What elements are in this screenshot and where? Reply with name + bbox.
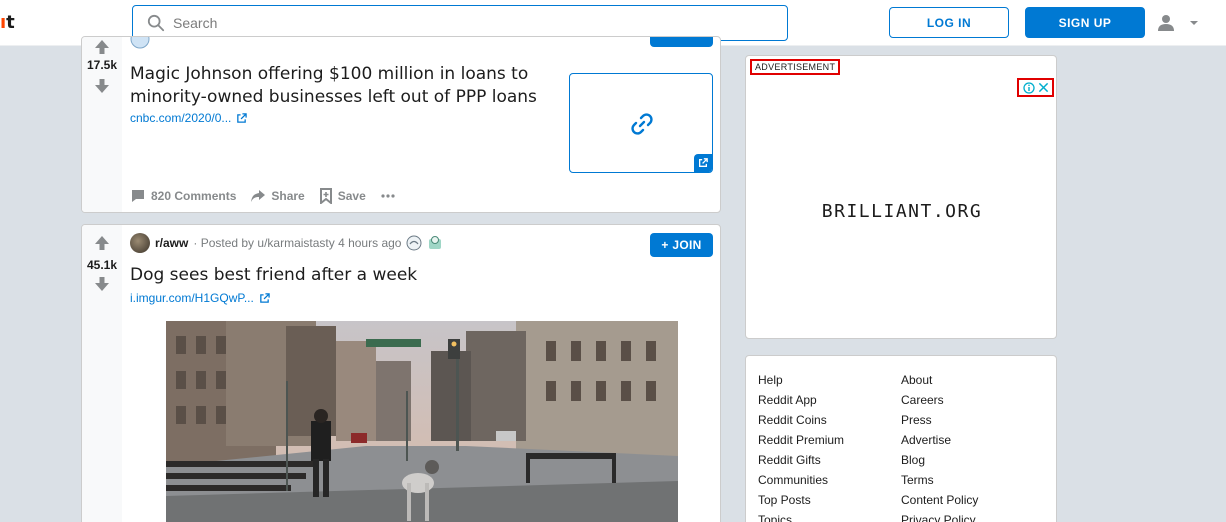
user-menu[interactable] (1156, 12, 1206, 34)
ad-brand-text[interactable]: BRILLIANT.ORG (746, 201, 1058, 222)
ad-label: ADVERTISEMENT (750, 59, 841, 75)
save-label: Save (337, 189, 366, 203)
upvote-icon[interactable] (94, 39, 110, 55)
user-icon (1158, 15, 1174, 31)
more-options-button[interactable] (380, 188, 404, 204)
ad-controls[interactable] (1017, 78, 1054, 97)
close-icon[interactable] (1038, 82, 1049, 93)
footer-link[interactable]: Communities (758, 470, 844, 490)
post-title[interactable]: Magic Johnson offering $100 million in l… (130, 63, 550, 109)
subreddit-name[interactable]: r/aww (155, 236, 188, 250)
footer-links-column: Help Reddit App Reddit Coins Reddit Prem… (758, 370, 844, 522)
login-button[interactable]: LOG IN (889, 7, 1009, 38)
footer-link[interactable]: Reddit App (758, 390, 844, 410)
chevron-down-icon (1190, 21, 1198, 25)
share-label: Share (271, 189, 305, 203)
footer-link[interactable]: Advertise (901, 430, 978, 450)
signup-button[interactable]: SIGN UP (1025, 7, 1145, 38)
vote-score: 45.1k (86, 258, 118, 272)
vote-column: 17.5k (82, 37, 122, 212)
footer-link[interactable]: About (901, 370, 978, 390)
search-input[interactable] (173, 15, 733, 31)
vote-column: 45.1k (82, 225, 122, 522)
advertisement-card[interactable]: ADVERTISEMENT BRILLIANT.ORG (745, 55, 1057, 339)
post-title[interactable]: Dog sees best friend after a week (130, 265, 417, 285)
more-options-icon (381, 194, 395, 198)
footer-link[interactable]: Careers (901, 390, 978, 410)
comments-button[interactable]: 820 Comments (130, 188, 244, 204)
footer-link[interactable]: Blog (901, 450, 978, 470)
link-text[interactable]: cnbc.com/2020/0... (130, 111, 231, 125)
upvote-icon[interactable] (94, 235, 110, 251)
footer-link[interactable]: Topics (758, 510, 844, 522)
external-link-icon (699, 158, 708, 167)
downvote-icon[interactable] (94, 276, 110, 292)
post-meta: r/aww · Posted by u/karmaistasty 4 hours… (130, 233, 443, 253)
external-link-icon (237, 112, 248, 123)
post-meta (130, 37, 150, 51)
footer-link[interactable]: Reddit Premium (758, 430, 844, 450)
info-icon[interactable] (1022, 81, 1035, 94)
bookmark-icon (319, 188, 332, 204)
post-card[interactable]: 45.1k r/aww · Posted by u/karmaistasty 4… (81, 224, 721, 522)
footer-links-card: Help Reddit App Reddit Coins Reddit Prem… (745, 355, 1057, 522)
post-link[interactable]: cnbc.com/2020/0... (130, 111, 248, 125)
footer-links-column: About Careers Press Advertise Blog Terms… (901, 370, 978, 522)
footer-link[interactable]: Press (901, 410, 978, 430)
subreddit-icon (130, 37, 150, 49)
award-icon[interactable] (427, 235, 443, 251)
footer-link[interactable]: Help (758, 370, 844, 390)
external-link-badge (694, 154, 712, 172)
search-icon (147, 14, 165, 32)
footer-link[interactable]: Content Policy (901, 490, 978, 510)
external-link-icon (260, 292, 270, 303)
footer-link[interactable]: Reddit Gifts (758, 450, 844, 470)
share-button[interactable]: Share (250, 188, 312, 204)
save-button[interactable]: Save (319, 188, 374, 204)
link-text[interactable]: i.imgur.com/H1GQwP... (130, 291, 254, 305)
post-actions: 820 Comments Share Save (130, 188, 410, 204)
comments-label: 820 Comments (151, 189, 237, 203)
join-button[interactable] (650, 37, 713, 47)
footer-link[interactable]: Terms (901, 470, 978, 490)
post-media-image[interactable] (166, 321, 678, 522)
link-thumbnail[interactable] (569, 73, 713, 173)
award-icon[interactable] (406, 235, 422, 251)
footer-link[interactable]: Privacy Policy (901, 510, 978, 522)
comment-icon (132, 190, 144, 202)
post-card[interactable]: 17.5k Magic Johnson offering $100 millio… (81, 36, 721, 213)
link-chain-icon (631, 113, 653, 135)
street-scene-image (166, 321, 678, 522)
subreddit-avatar[interactable] (130, 233, 150, 253)
posted-by: · Posted by u/karmaistasty 4 hours ago (193, 236, 402, 250)
join-button[interactable]: + JOIN (650, 233, 713, 257)
downvote-icon[interactable] (94, 78, 110, 94)
footer-link[interactable]: Reddit Coins (758, 410, 844, 430)
share-icon (251, 190, 266, 202)
vote-score: 17.5k (86, 58, 118, 72)
reddit-logo[interactable]: ıitt (0, 12, 15, 33)
footer-link[interactable]: Top Posts (758, 490, 844, 510)
post-link[interactable]: i.imgur.com/H1GQwP... (130, 291, 270, 305)
